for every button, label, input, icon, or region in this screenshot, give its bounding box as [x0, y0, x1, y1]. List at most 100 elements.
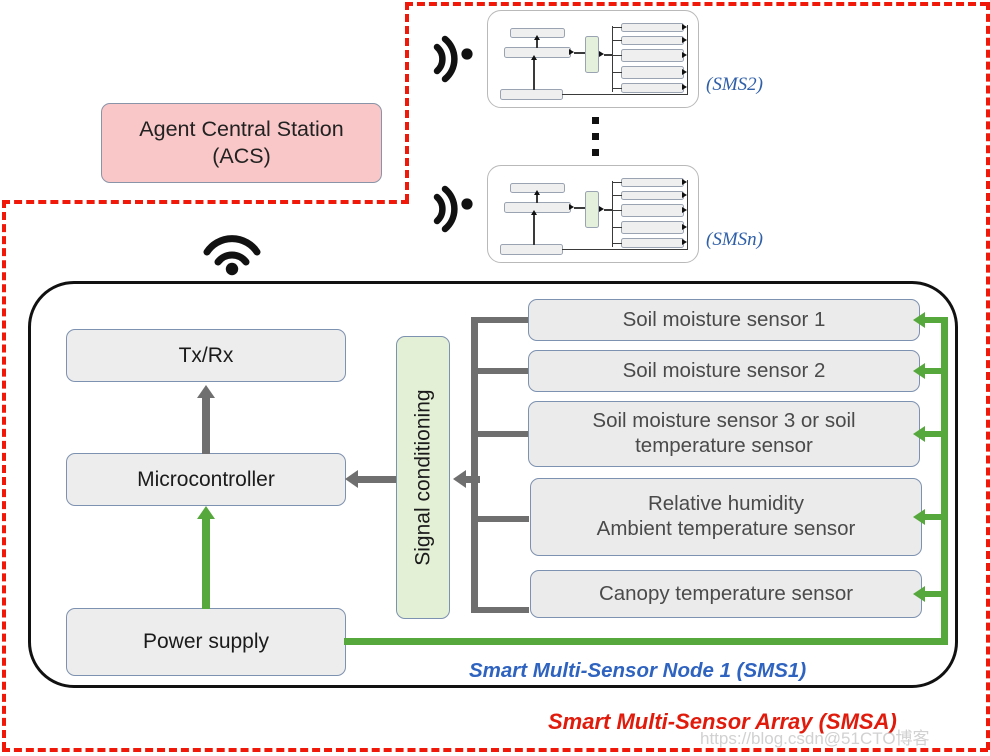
thumb-microcontroller [504, 202, 571, 213]
thumb-sensor [621, 66, 684, 79]
sensor-box-soil-moisture-3[interactable]: Soil moisture sensor 3 or soil temperatu… [528, 401, 920, 467]
power-supply-block[interactable]: Power supply [66, 608, 346, 676]
thumb-signal-link [604, 54, 612, 56]
acs-title-line2: (ACS) [212, 144, 271, 168]
power-arrow-sensor-3 [913, 426, 925, 442]
thumb-bus-branch [612, 210, 622, 212]
power-supply-label: Power supply [142, 630, 270, 654]
thumb-bus-branch [612, 243, 622, 245]
thumb-signal-conditioning [585, 36, 599, 73]
diagram-canvas: Agent Central Station (ACS) (SMS2) (SMSn… [0, 0, 990, 756]
thumb-microcontroller [504, 47, 571, 58]
sensor-box-soil-moisture-1[interactable]: Soil moisture sensor 1 [528, 299, 920, 341]
thumb-power-arrow [530, 55, 537, 60]
power-bus-bottom [344, 638, 948, 645]
thumb-sensor [621, 221, 684, 234]
sensor-signal-branch [471, 607, 529, 613]
thumb-sensor [621, 238, 684, 248]
remote-node-label-smsn: (SMSn) [706, 229, 763, 250]
power-to-microcontroller-arrow [196, 506, 215, 519]
thumb-bus-vertical [612, 181, 614, 247]
power-arrow-sensor-5 [913, 586, 925, 602]
thumb-sensor [621, 36, 684, 45]
sms1-node-label: Smart Multi-Sensor Node 1 (SMS1) [469, 659, 807, 682]
sensor-label: Soil moisture sensor 2 [622, 358, 826, 382]
acs-title-line1: Agent Central Station [139, 117, 344, 142]
thumb-signal-conditioning [585, 191, 599, 228]
power-to-microcontroller-line [202, 519, 210, 609]
sensor-signal-bus-trunk [471, 317, 478, 612]
thumb-power-link [533, 214, 535, 245]
txrx-block[interactable]: Tx/Rx [66, 329, 346, 382]
thumb-power-bus [562, 94, 688, 96]
thumb-power-link [533, 59, 535, 90]
thumb-bus-branch [612, 40, 622, 42]
thumb-bus-vertical [612, 26, 614, 92]
thumb-power-supply [500, 89, 563, 100]
sensor-signal-branch [471, 368, 529, 374]
remote-node-thumbnail-smsn[interactable] [487, 165, 699, 263]
power-arrow-sensor-4 [913, 509, 925, 525]
sensor-label-line2: temperature sensor [635, 434, 813, 457]
antenna-icon [430, 28, 482, 95]
power-bus-branch [925, 368, 948, 374]
thumb-bus-branch [612, 27, 622, 29]
power-bus-branch [925, 591, 948, 597]
signal-conditioning-block[interactable]: Signal conditioning [396, 336, 450, 619]
thumb-sensor [621, 49, 684, 62]
watermark-text: https://blog.csdn@51CTO博客 [700, 729, 930, 748]
sensor-bus-to-signal-arrow [453, 470, 466, 488]
thumb-power-sensor-arrow [682, 69, 687, 75]
thumb-sensor [621, 23, 684, 32]
power-bus-branch [925, 514, 948, 520]
thumb-sensor [621, 178, 684, 187]
smsa-boundary-notch-left [405, 2, 409, 202]
sensor-box-relative-humidity[interactable]: Relative humidity Ambient temperature se… [530, 478, 922, 556]
thumb-uc-arrow [569, 204, 574, 210]
wifi-icon [200, 228, 264, 281]
thumb-power-sensor-arrow [682, 24, 687, 30]
smsa-boundary-right [986, 2, 990, 750]
thumb-power-supply [500, 244, 563, 255]
txrx-label: Tx/Rx [178, 343, 234, 367]
thumb-bus-branch [612, 195, 622, 197]
thumb-power-sensor-arrow [682, 37, 687, 43]
thumb-sensor [621, 191, 684, 200]
thumb-power-arrow [530, 210, 537, 215]
agent-central-station-box[interactable]: Agent Central Station (ACS) [101, 103, 382, 183]
thumb-power-sensor-arrow [682, 52, 687, 58]
remote-node-thumbnail-sms2[interactable] [487, 10, 699, 108]
microcontroller-to-txrx-line [202, 398, 210, 454]
microcontroller-to-txrx-arrow [196, 385, 215, 398]
thumb-uc-txrx-link [536, 39, 538, 48]
antenna-icon [430, 178, 482, 245]
sensor-signal-branch [471, 317, 529, 323]
thumb-power-bus-vertical [687, 25, 689, 95]
microcontroller-block[interactable]: Microcontroller [66, 453, 346, 506]
signal-to-microcontroller-arrow [345, 470, 358, 488]
remote-node-label-sms2: (SMS2) [706, 74, 763, 95]
thumb-bus-branch [612, 88, 622, 90]
sensor-label-line1: Soil moisture sensor 3 or soil [592, 409, 856, 433]
sensor-label-line1: Relative humidity [647, 492, 805, 516]
thumb-signal-arrow [599, 206, 604, 212]
thumb-bus-branch [612, 182, 622, 184]
smsa-boundary-top-right [405, 2, 988, 6]
sensor-label: Soil moisture sensor 1 [622, 307, 826, 331]
sensor-box-canopy-temperature[interactable]: Canopy temperature sensor [530, 570, 922, 618]
sensor-box-soil-moisture-2[interactable]: Soil moisture sensor 2 [528, 350, 920, 392]
thumb-sensor [621, 83, 684, 93]
thumb-uc-link [574, 207, 585, 209]
thumb-power-sensor-arrow [682, 192, 687, 198]
sensor-label: Canopy temperature sensor [598, 581, 854, 605]
power-arrow-sensor-1 [913, 312, 925, 328]
thumb-bus-branch [612, 72, 622, 74]
power-bus-branch [925, 317, 948, 323]
smsa-boundary-notch-top [2, 200, 409, 204]
thumb-signal-link [604, 209, 612, 211]
thumb-sensor [621, 204, 684, 217]
thumb-uc-link [574, 52, 585, 54]
signal-to-microcontroller-line [358, 476, 396, 483]
thumb-bus-branch [612, 227, 622, 229]
thumb-txrx-arrow [533, 190, 540, 195]
